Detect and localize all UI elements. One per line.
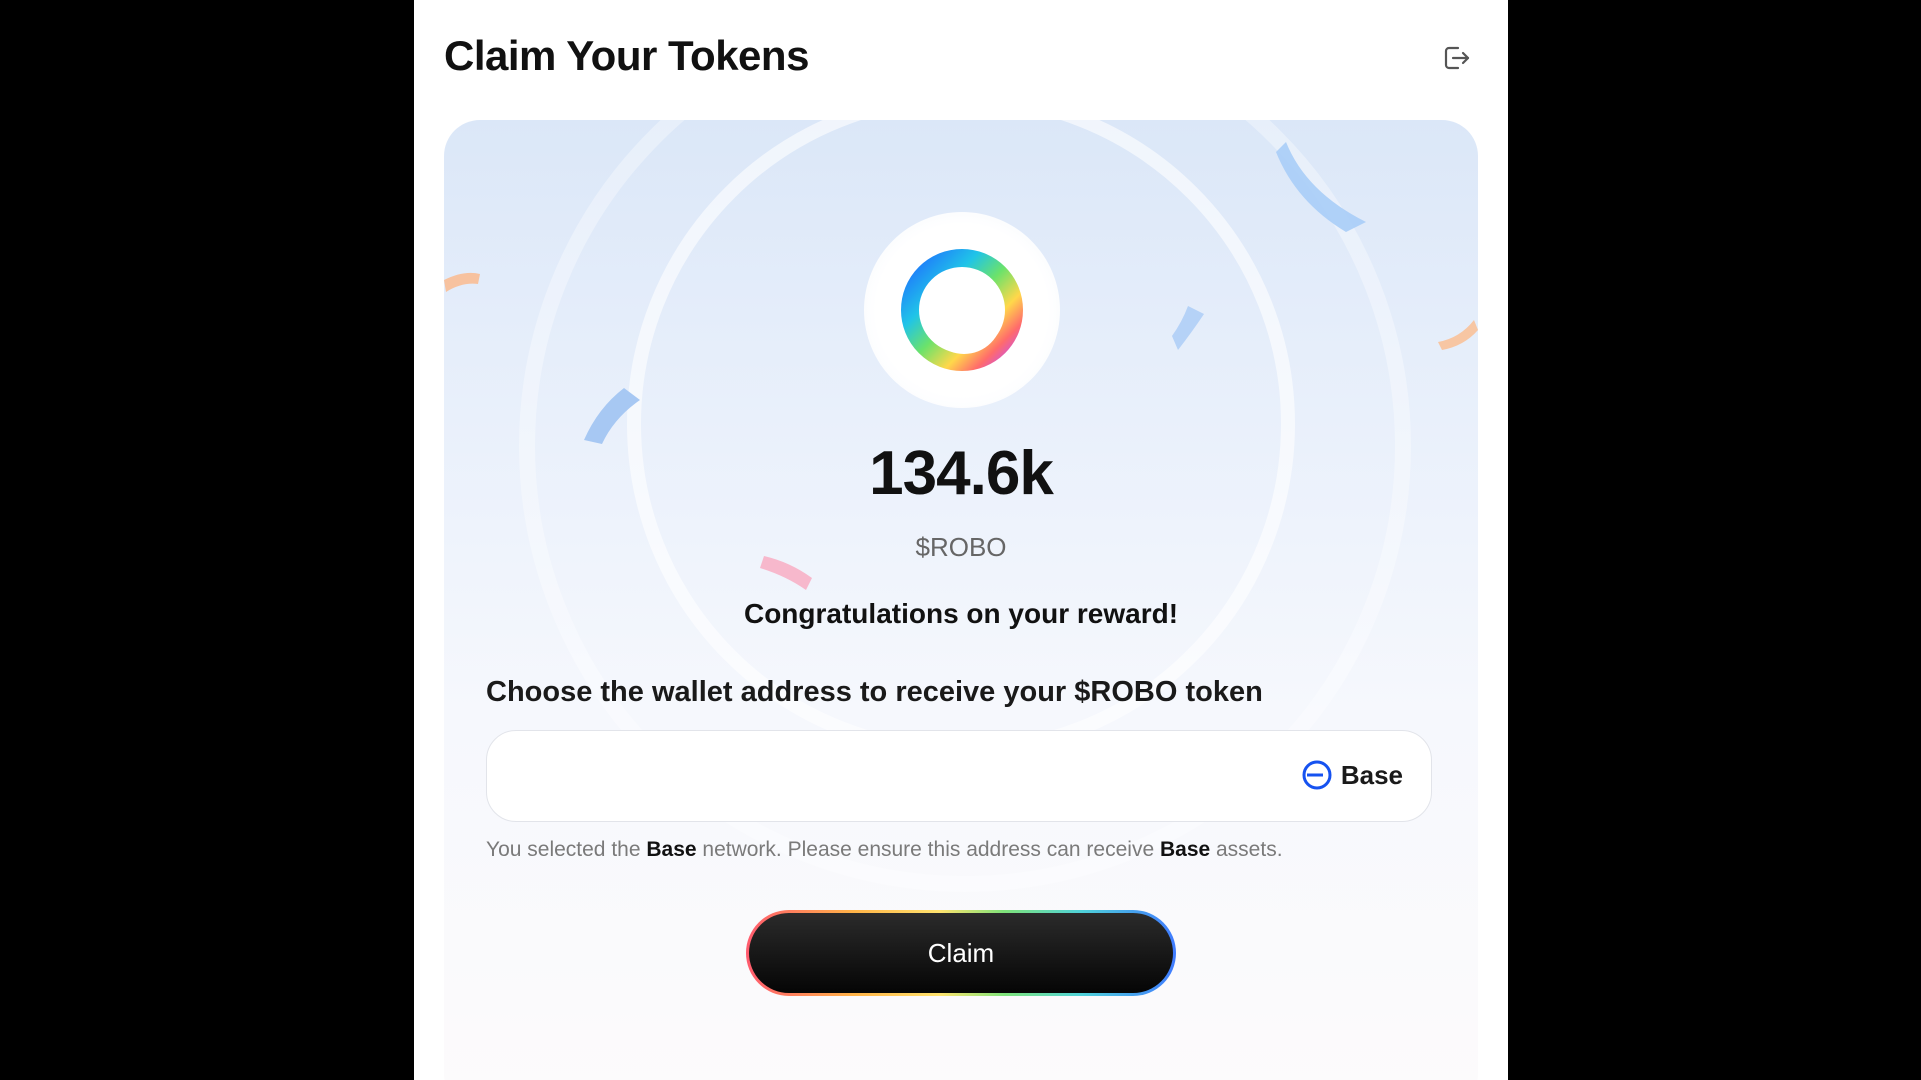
confetti-piece <box>1438 320 1478 350</box>
network-label: Base <box>1340 759 1403 790</box>
congratulations-message: Congratulations on your reward! <box>743 598 1179 629</box>
token-badge <box>864 212 1060 408</box>
note-suffix: assets. <box>1210 838 1283 861</box>
confetti-piece <box>444 272 480 292</box>
wallet-prompt: Choose the wallet address to receive you… <box>486 676 1263 708</box>
note-prefix: You selected the <box>486 838 647 861</box>
network-note: You selected the Base network. Please en… <box>486 838 1283 862</box>
confetti-piece <box>1276 142 1366 232</box>
rainbow-ring-icon <box>901 249 1023 371</box>
token-ticker: $ROBO <box>915 532 1007 562</box>
wallet-address-input[interactable] <box>511 751 1255 803</box>
reward-amount: 134.6k <box>869 439 1054 508</box>
note-network-name: Base <box>646 838 697 861</box>
wallet-address-field[interactable]: Base <box>486 730 1432 822</box>
claim-panel: Claim Your Tokens 134.6k $ROBO Congratul… <box>414 0 1508 1080</box>
note-network-name: Base <box>1159 838 1211 861</box>
confetti-piece <box>1172 306 1204 350</box>
network-selector[interactable]: Base <box>1301 759 1403 791</box>
base-network-icon <box>1302 760 1332 790</box>
logout-icon[interactable] <box>1440 42 1472 74</box>
reward-card: 134.6k $ROBO Congratulations on your rew… <box>444 120 1478 1080</box>
note-middle: network. Please ensure this address can … <box>696 838 1160 861</box>
page-title: Claim Your Tokens <box>444 32 809 79</box>
claim-button-label: Claim <box>749 913 1173 993</box>
claim-button[interactable]: Claim <box>746 910 1176 996</box>
